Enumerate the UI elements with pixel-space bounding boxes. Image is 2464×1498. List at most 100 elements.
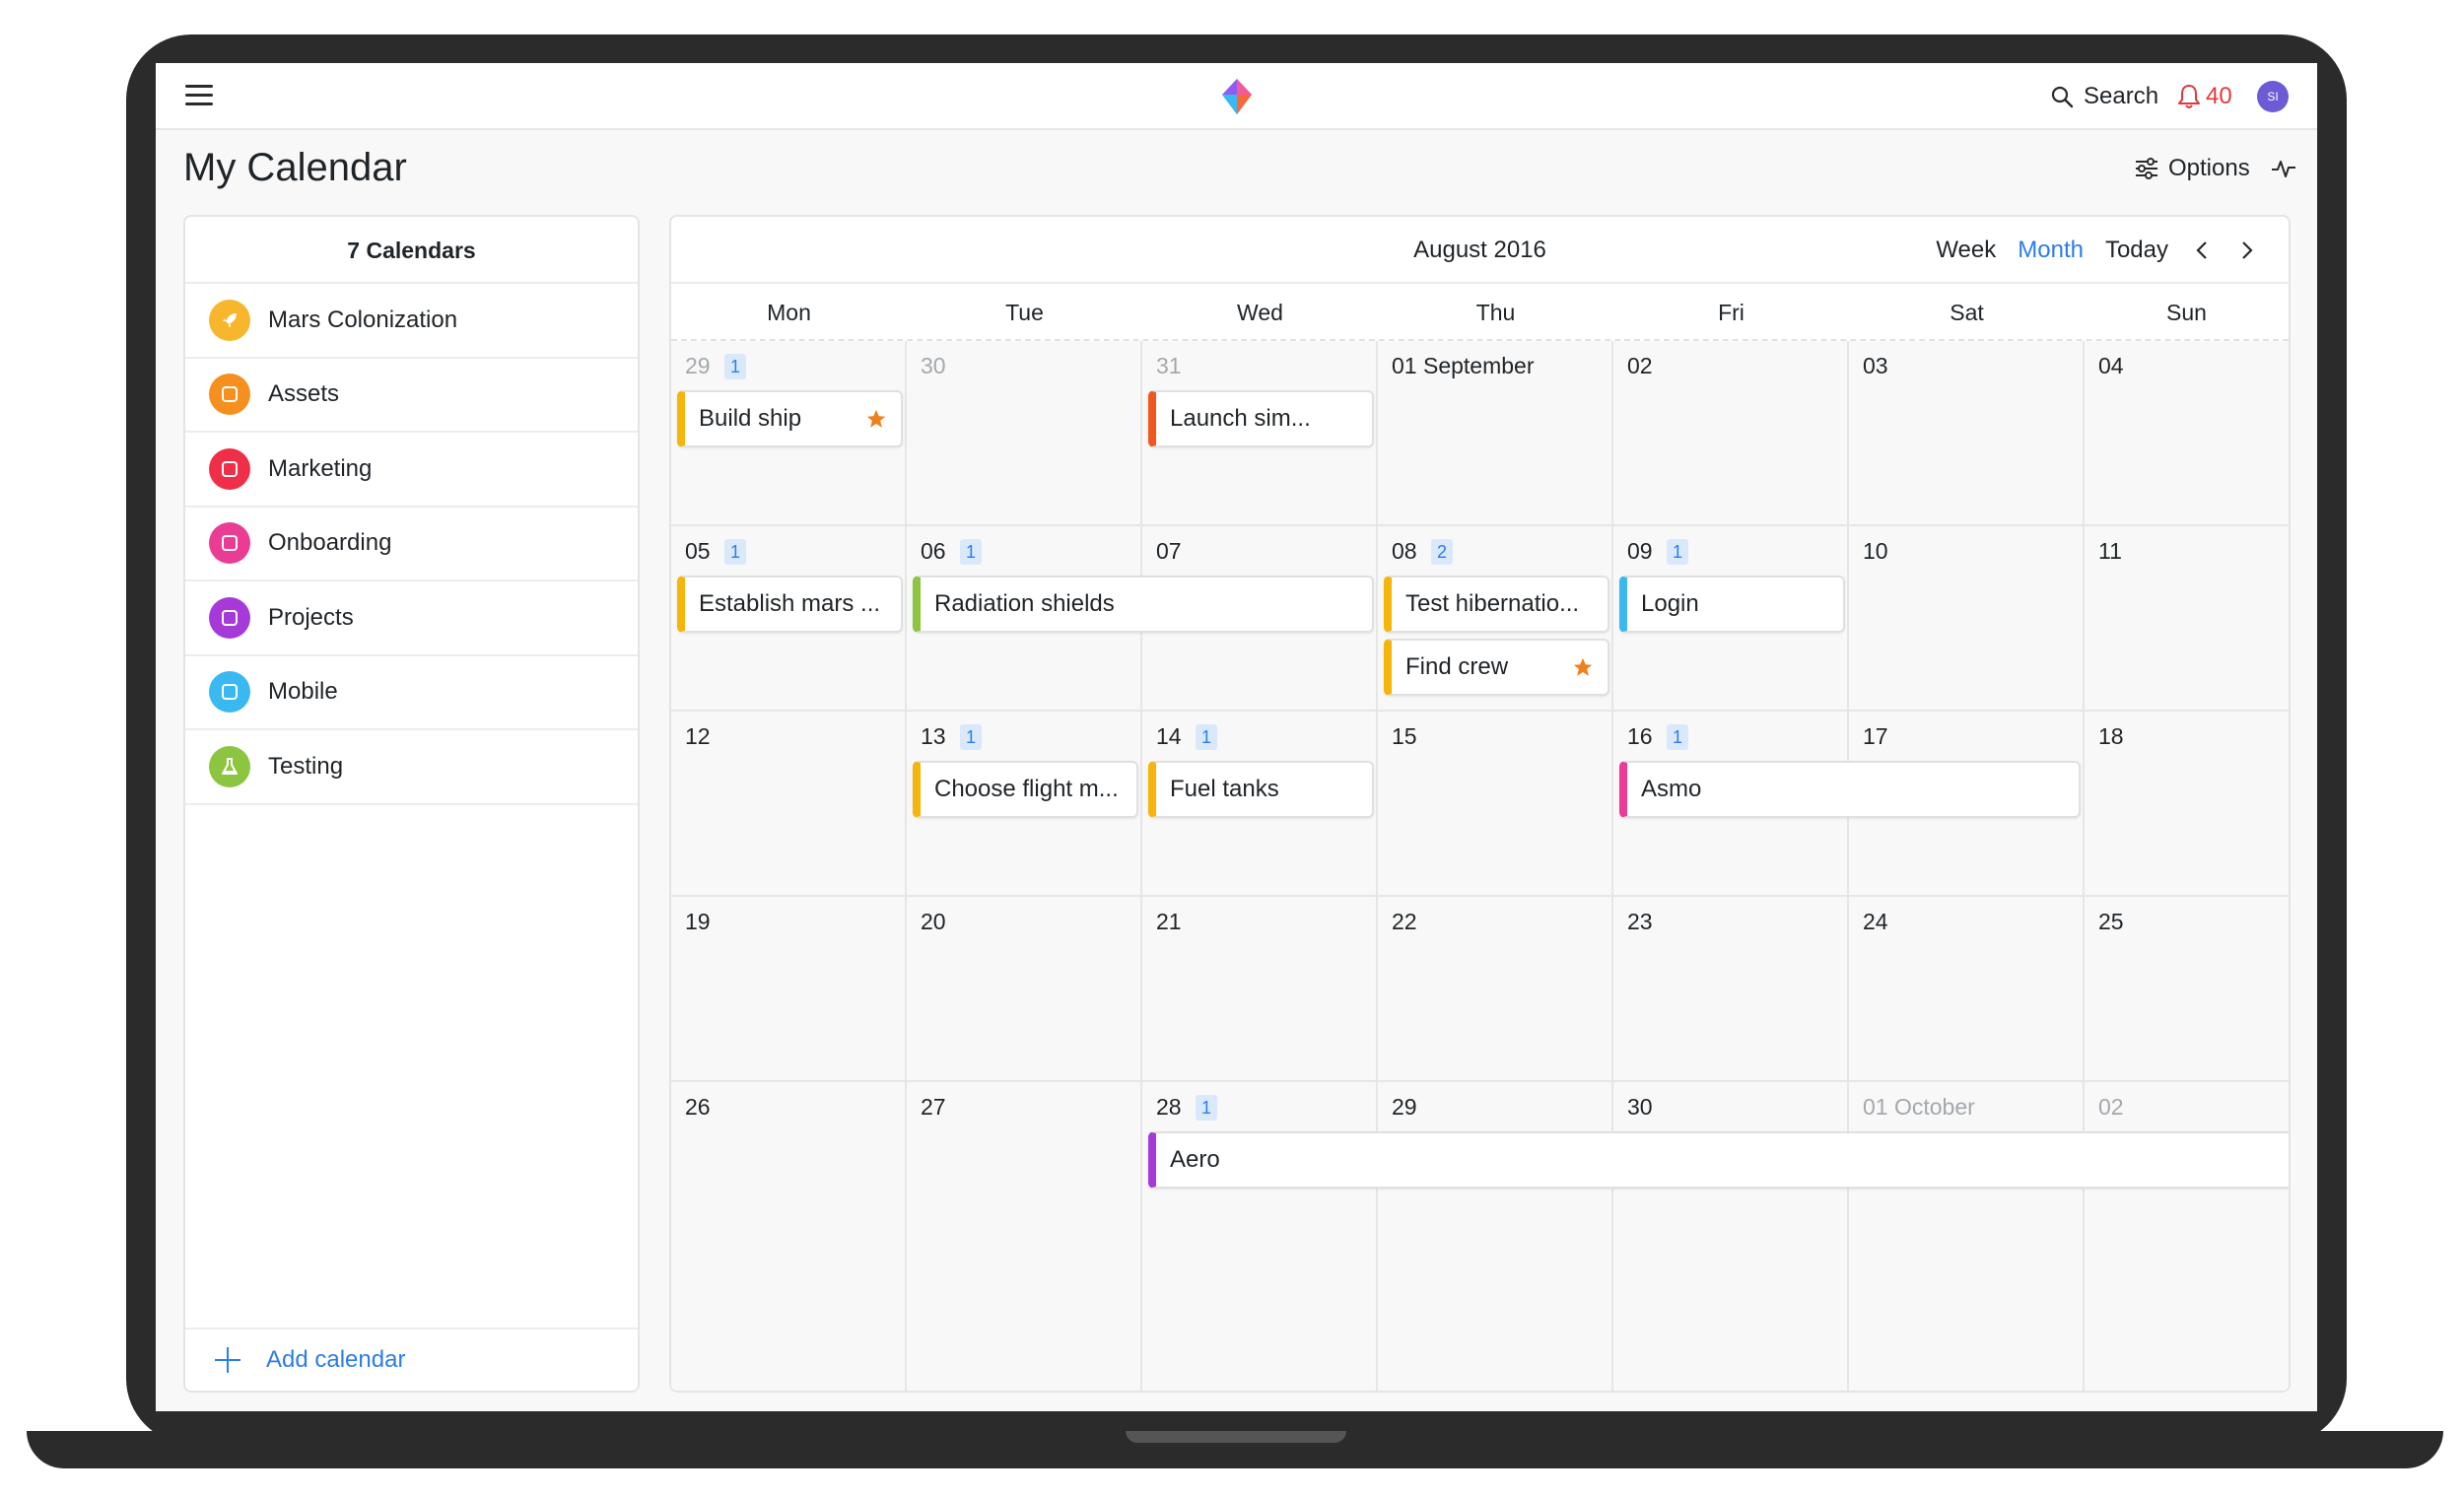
calendar-event[interactable]: Choose flight m... (913, 761, 1138, 818)
day-cell[interactable]: 28 1 (1142, 1082, 1378, 1391)
app-logo (1222, 79, 1252, 114)
day-cell[interactable]: 20 (907, 897, 1142, 1082)
day-cell[interactable]: 25 (2085, 897, 2289, 1082)
calendar-square-icon (209, 522, 250, 565)
day-cell[interactable]: 29 (1378, 1082, 1613, 1391)
search-button[interactable]: Search (2050, 81, 2158, 112)
activity-icon[interactable] (2271, 158, 2296, 179)
calendar-item-label: Onboarding (268, 529, 392, 557)
previous-month-button[interactable] (2190, 238, 2214, 262)
day-cell[interactable]: 27 (907, 1082, 1142, 1391)
day-number: 02 (1627, 353, 1653, 378)
calendar-item[interactable]: Projects (185, 581, 638, 656)
day-number: 05 (685, 538, 711, 564)
star-icon[interactable] (865, 408, 887, 430)
calendar-item[interactable]: Onboarding (185, 508, 638, 581)
day-cell[interactable]: 19 (671, 897, 907, 1082)
add-calendar-button[interactable]: Add calendar (185, 1328, 638, 1391)
calendar-event[interactable]: Launch sim... (1148, 390, 1374, 447)
day-number: 25 (2098, 909, 2124, 934)
weekday-label: Thu (1475, 300, 1516, 325)
flask-icon (209, 745, 250, 787)
day-cell[interactable]: 11 (2085, 526, 2289, 712)
day-cell[interactable]: 04 (2085, 341, 2289, 526)
day-cell[interactable]: 18 (2085, 712, 2289, 897)
star-icon[interactable] (1572, 656, 1594, 678)
day-number: 24 (1863, 909, 1888, 934)
calendar-event[interactable]: Find crew (1384, 639, 1609, 696)
today-button[interactable]: Today (2105, 237, 2168, 264)
view-switcher: Week Month Today (1936, 217, 2259, 284)
day-cell[interactable]: 02 (1613, 341, 1849, 526)
event-count-badge: 1 (960, 539, 983, 565)
day-cell[interactable]: 22 (1378, 897, 1613, 1082)
day-number: 31 (1156, 353, 1182, 378)
day-number: 29 (1392, 1094, 1417, 1120)
day-number: 13 (921, 723, 946, 749)
notifications-button[interactable]: 40 (2178, 81, 2232, 112)
day-cell[interactable]: 10 (1849, 526, 2085, 712)
day-cell[interactable]: 15 (1378, 712, 1613, 897)
day-cell[interactable]: 24 (1849, 897, 2085, 1082)
day-number: 03 (1863, 353, 1888, 378)
calendar-event[interactable]: Aero (1148, 1131, 2289, 1189)
day-number: 14 (1156, 723, 1182, 749)
day-cell[interactable]: 01 October (1849, 1082, 2085, 1391)
calendar-item-label: Mobile (268, 678, 338, 706)
event-title: Aero (1170, 1146, 1220, 1173)
calendar-item[interactable]: Testing (185, 730, 638, 805)
app-screen: Search 40 SI My Calendar Options 7 Calen… (156, 63, 2317, 1411)
avatar[interactable]: SI (2257, 81, 2289, 112)
day-number: 17 (1863, 723, 1888, 749)
day-number: 10 (1863, 538, 1888, 564)
month-view-button[interactable]: Month (2018, 237, 2084, 264)
options-button[interactable]: Options (2135, 154, 2250, 183)
event-count-badge: 1 (960, 724, 983, 750)
calendar-item[interactable]: Marketing (185, 433, 638, 508)
calendar-event[interactable]: Asmo (1619, 761, 2081, 818)
next-month-button[interactable] (2235, 238, 2259, 262)
day-number: 29 (685, 353, 711, 378)
day-cell[interactable]: 26 (671, 1082, 907, 1391)
day-cell[interactable]: 21 (1142, 897, 1378, 1082)
day-cell[interactable]: 01 September (1378, 341, 1613, 526)
plus-icon (215, 1347, 240, 1373)
event-title: Login (1641, 590, 1699, 617)
search-label: Search (2084, 83, 2159, 109)
calendar-item-label: Marketing (268, 454, 373, 482)
event-count-badge: 1 (724, 539, 747, 565)
day-cell[interactable]: 12 (671, 712, 907, 897)
calendar-event[interactable]: Radiation shields (913, 576, 1374, 633)
event-title: Radiation shields (934, 590, 1115, 617)
calendar-event[interactable]: Fuel tanks (1148, 761, 1374, 818)
day-number: 09 (1627, 538, 1653, 564)
day-number: 27 (921, 1094, 946, 1120)
calendar-item[interactable]: Mobile (185, 656, 638, 730)
week-view-button[interactable]: Week (1936, 237, 1996, 264)
day-number: 07 (1156, 538, 1182, 564)
calendar-event[interactable]: Test hibernatio... (1384, 576, 1609, 633)
weekday-label: Sat (1950, 300, 1984, 325)
calendar-item[interactable]: Mars Colonization (185, 284, 638, 359)
add-calendar-label: Add calendar (266, 1346, 406, 1373)
calendar-square-icon (209, 596, 250, 639)
day-number: 08 (1392, 538, 1417, 564)
month-grid: 29 1 30 31 01 September 02 03 04 05 1 06 1 07 08 2 09 1 1… (671, 341, 2289, 1391)
calendar-event[interactable]: Build ship (677, 390, 903, 447)
menu-icon[interactable] (185, 85, 213, 106)
day-cell[interactable]: 03 (1849, 341, 2085, 526)
calendar-event[interactable]: Establish mars ... (677, 576, 903, 633)
calendar-event[interactable]: Login (1619, 576, 1845, 633)
day-cell[interactable]: 30 (1613, 1082, 1849, 1391)
day-cell[interactable]: 30 (907, 341, 1142, 526)
weekday-label: Sun (2166, 300, 2207, 325)
day-cell[interactable]: 02 (2085, 1082, 2289, 1391)
laptop-notch (1126, 1431, 1346, 1443)
calendars-panel: 7 Calendars Mars Colonization Assets Marke… (183, 215, 640, 1393)
calendar-item[interactable]: Assets (185, 359, 638, 433)
day-number: 26 (685, 1094, 711, 1120)
day-number: 02 (2098, 1094, 2124, 1120)
event-title: Launch sim... (1170, 405, 1311, 432)
calendar-header: August 2016 Week Month Today (671, 217, 2289, 284)
day-cell[interactable]: 23 (1613, 897, 1849, 1082)
